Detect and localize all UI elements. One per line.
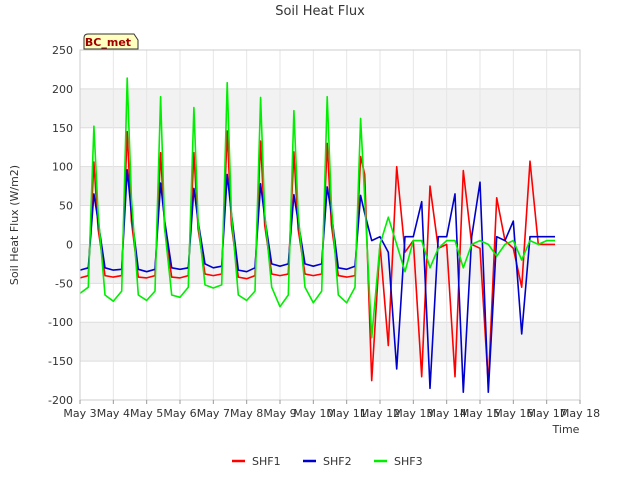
x-tick-label: May 8 bbox=[230, 407, 263, 420]
x-tick-label: May 5 bbox=[130, 407, 163, 420]
soil-heat-flux-chart: Soil Heat Flux -200 -150 -100 -50 0 50 100 150 2… bbox=[8, 4, 600, 468]
x-tick-label: May 18 bbox=[560, 407, 600, 420]
station-label-box: BC_met bbox=[83, 33, 139, 50]
y-tick-label: -150 bbox=[48, 355, 73, 368]
y-axis-title: Soil Heat Flux (W/m2) bbox=[8, 165, 21, 285]
y-tick-label: -50 bbox=[55, 277, 73, 290]
chart-title: Soil Heat Flux bbox=[275, 4, 365, 19]
y-tick-label: -100 bbox=[48, 316, 73, 329]
legend-label: SHF3 bbox=[394, 455, 423, 468]
x-tick-label: May 3 bbox=[63, 407, 96, 420]
y-tick-label: 250 bbox=[52, 44, 73, 57]
legend-item-shf1: SHF1 bbox=[232, 455, 281, 468]
y-tick-label: -200 bbox=[48, 394, 73, 407]
legend-label: SHF2 bbox=[323, 455, 352, 468]
y-tick-label: 50 bbox=[59, 200, 73, 213]
x-tick-labels: May 3 May 4 May 5 May 6 May 7 May 8 May 9 May 1… bbox=[63, 400, 600, 420]
y-tick-labels: -200 -150 -100 -50 0 50 100 150 200 250 bbox=[48, 44, 73, 407]
legend-item-shf3: SHF3 bbox=[374, 455, 423, 468]
chart-container: Soil Heat Flux -200 -150 -100 -50 0 50 100 150 2… bbox=[0, 0, 640, 480]
y-tick-label: 0 bbox=[66, 238, 73, 251]
x-tick-label: May 6 bbox=[163, 407, 196, 420]
y-tick-label: 200 bbox=[52, 83, 73, 96]
legend-item-shf2: SHF2 bbox=[303, 455, 352, 468]
plot-band bbox=[80, 88, 580, 128]
legend-label: SHF1 bbox=[252, 455, 281, 468]
legend: SHF1 SHF2 SHF3 bbox=[232, 455, 423, 468]
plot-band bbox=[80, 322, 580, 362]
station-label: BC_met bbox=[85, 36, 131, 49]
y-tick-label: 150 bbox=[52, 122, 73, 135]
x-tick-label: May 7 bbox=[197, 407, 230, 420]
y-tick-label: 100 bbox=[52, 161, 73, 174]
x-tick-label: May 9 bbox=[263, 407, 296, 420]
x-tick-label: May 4 bbox=[97, 407, 130, 420]
x-axis-title: Time bbox=[552, 423, 580, 436]
